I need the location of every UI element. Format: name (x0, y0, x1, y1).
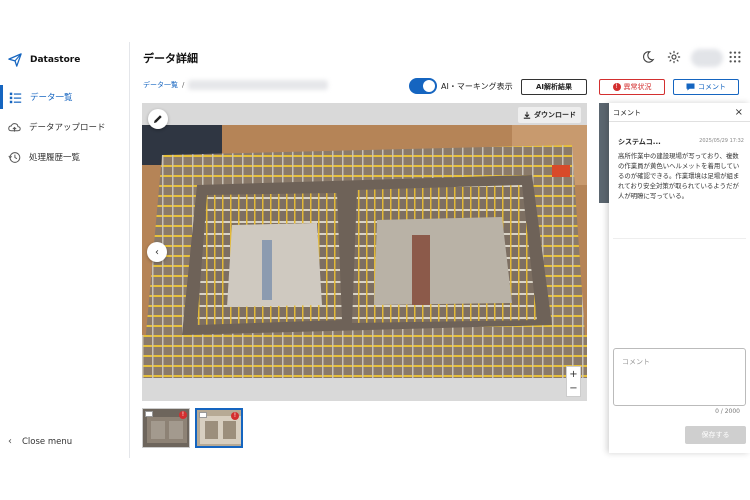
comment-label: コメント (698, 83, 726, 91)
breadcrumb-separator: / (182, 81, 185, 89)
anomaly-status-button[interactable]: ! 異常状況 (599, 79, 665, 95)
ai-marking-toggle[interactable] (409, 78, 437, 94)
comment-timestamp: 2025/05/29 17:32 (699, 138, 744, 144)
comment-panel-title: コメント (613, 109, 641, 117)
close-icon[interactable]: × (735, 107, 743, 118)
ai-analysis-label: AI解析結果 (535, 83, 573, 91)
paper-plane-icon (8, 53, 22, 67)
close-menu-button[interactable]: ‹ Close menu (8, 436, 72, 447)
sidebar-item-label: データ一覧 (30, 93, 73, 103)
sidebar: Datastore データ一覧 データアップロード 処理履歴一覧 ‹ Close… (0, 42, 130, 458)
sidebar-item-data-list[interactable]: データ一覧 (0, 85, 129, 109)
cloud-upload-icon (8, 122, 21, 132)
zoom-out-button[interactable]: − (569, 383, 577, 394)
moon-icon[interactable] (641, 50, 655, 64)
header: データ詳細 (131, 42, 750, 74)
chevron-left-icon: ‹ (8, 436, 12, 447)
page-title: データ詳細 (143, 52, 198, 65)
image-viewer: ダウンロード ‹ + − (142, 103, 587, 401)
comment-card: システムコ... 2025/05/29 17:32 高所作業中の建設現場が写って… (613, 129, 746, 239)
gear-icon[interactable] (667, 50, 681, 64)
comment-icon (686, 83, 695, 91)
thumbnail-2[interactable]: ! (195, 408, 243, 448)
comment-button[interactable]: コメント (673, 79, 739, 95)
comment-body: 高所作業中の建設現場が写っており、複数の作業員が黄色いヘルメットを着用しているの… (618, 152, 740, 200)
close-menu-label: Close menu (22, 436, 73, 447)
anomaly-status-label: 異常状況 (623, 83, 652, 91)
char-count: 0 / 2000 (715, 408, 740, 415)
divider (609, 121, 750, 122)
ai-analysis-button[interactable]: AI解析結果 (521, 79, 587, 95)
previous-image-button[interactable]: ‹ (147, 242, 167, 262)
construction-site-photo[interactable] (142, 125, 587, 378)
alert-badge: ! (179, 411, 187, 419)
comment-author: システムコ... (618, 138, 661, 146)
comment-input[interactable]: コメント (613, 348, 746, 406)
alert-circle-icon: ! (612, 83, 621, 91)
pencil-icon (154, 115, 162, 123)
edit-button[interactable] (148, 109, 168, 129)
sidebar-item-label: データアップロード (29, 123, 106, 133)
thumbnail-1[interactable]: ! (142, 408, 190, 448)
image-type-icon (199, 412, 207, 418)
download-label: ダウンロード (534, 111, 576, 119)
comment-panel: コメント × システムコ... 2025/05/29 17:32 高所作業中の建… (609, 103, 750, 453)
alert-badge: ! (231, 412, 239, 420)
brand[interactable]: Datastore (8, 50, 80, 70)
apps-grid-icon[interactable] (728, 50, 742, 64)
image-type-icon (145, 411, 153, 417)
zoom-in-button[interactable]: + (569, 369, 577, 380)
sidebar-item-history[interactable]: 処理履歴一覧 (0, 145, 129, 169)
sidebar-item-label: 処理履歴一覧 (29, 153, 81, 163)
download-icon (523, 111, 531, 119)
breadcrumb-root-link[interactable]: データ一覧 (143, 80, 178, 90)
list-icon (9, 92, 22, 103)
zoom-controls: + − (566, 366, 581, 397)
ai-marking-toggle-label: AI・マーキング表示 (441, 82, 513, 91)
download-button[interactable]: ダウンロード (518, 107, 581, 123)
history-icon (8, 151, 21, 163)
chevron-left-icon: ‹ (155, 246, 159, 258)
avatar[interactable] (691, 49, 723, 67)
breadcrumb-current-blurred (188, 80, 329, 90)
breadcrumb: データ一覧 / (143, 80, 329, 90)
save-button[interactable]: 保存する (685, 426, 746, 444)
brand-name: Datastore (30, 55, 81, 65)
sidebar-item-data-upload[interactable]: データアップロード (0, 115, 129, 139)
